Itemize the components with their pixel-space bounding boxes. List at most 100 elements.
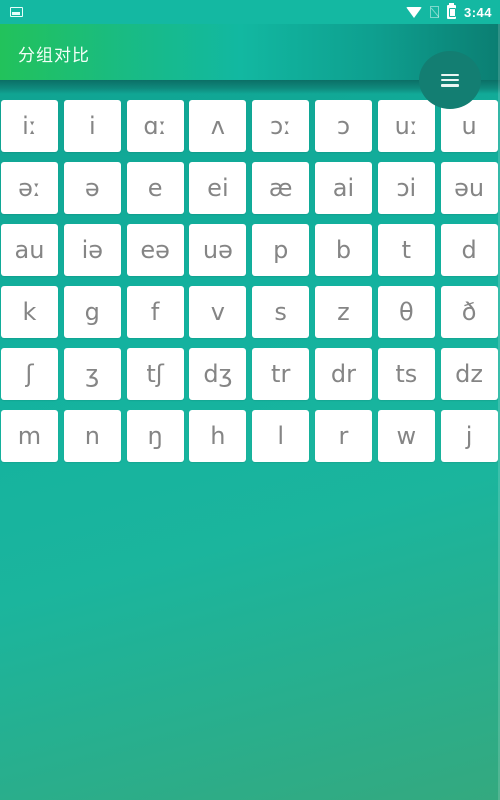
menu-button[interactable]: [419, 51, 481, 109]
phoneme-tile[interactable]: iə: [63, 224, 121, 276]
phoneme-label: uː: [394, 112, 418, 140]
phoneme-label: b: [335, 236, 352, 264]
phoneme-tile[interactable]: ai: [314, 162, 372, 214]
phoneme-label: tr: [271, 360, 291, 388]
phoneme-label: ʒ: [85, 360, 100, 388]
phoneme-tile[interactable]: əː: [1, 162, 58, 214]
phoneme-label: i: [88, 112, 96, 140]
phoneme-label: g: [84, 298, 100, 326]
phoneme-tile[interactable]: b: [314, 224, 372, 276]
phoneme-label: iə: [81, 236, 104, 264]
phoneme-label: s: [274, 298, 287, 326]
phoneme-tile[interactable]: t: [377, 224, 435, 276]
phoneme-tile[interactable]: θ: [377, 286, 435, 338]
wifi-icon: [405, 6, 422, 18]
phoneme-tile[interactable]: g: [63, 286, 121, 338]
phoneme-label: uə: [202, 236, 233, 264]
phoneme-tile[interactable]: s: [252, 286, 310, 338]
phoneme-tile[interactable]: w: [377, 410, 435, 462]
phoneme-tile[interactable]: j: [440, 410, 498, 462]
phoneme-tile[interactable]: m: [1, 410, 58, 462]
phoneme-tile[interactable]: ʌ: [189, 100, 247, 152]
phoneme-tile[interactable]: dʒ: [189, 348, 247, 400]
phoneme-tile[interactable]: h: [189, 410, 247, 462]
phoneme-tile[interactable]: f: [126, 286, 184, 338]
phoneme-label: eə: [140, 236, 170, 264]
status-time: 3:44: [463, 4, 492, 20]
phoneme-label: ɑː: [143, 112, 167, 140]
phoneme-tile[interactable]: əu: [440, 162, 498, 214]
phoneme-tile[interactable]: tʃ: [126, 348, 184, 400]
phoneme-tile[interactable]: v: [189, 286, 247, 338]
phoneme-tile[interactable]: ə: [63, 162, 121, 214]
phoneme-tile[interactable]: ʒ: [63, 348, 121, 400]
phoneme-label: ʃ: [25, 360, 34, 388]
phoneme-tile[interactable]: uə: [189, 224, 247, 276]
status-bar: 3:44: [0, 0, 500, 24]
phoneme-label: ɔ: [336, 112, 351, 140]
phoneme-label: d: [461, 236, 477, 264]
phoneme-label: r: [338, 422, 349, 450]
phoneme-label: k: [22, 298, 37, 326]
phoneme-label: au: [14, 236, 45, 264]
phoneme-tile[interactable]: ɔː: [252, 100, 310, 152]
phoneme-label: ei: [207, 174, 229, 202]
phoneme-tile[interactable]: tr: [252, 348, 310, 400]
phoneme-tile[interactable]: uː: [377, 100, 435, 152]
phoneme-tile[interactable]: d: [440, 224, 498, 276]
phoneme-label: dʒ: [203, 360, 233, 388]
phoneme-label: ə: [84, 174, 100, 202]
phoneme-label: ts: [395, 360, 418, 388]
no-sim-icon: [429, 6, 439, 18]
phoneme-tile[interactable]: iː: [1, 100, 58, 152]
phoneme-label: l: [277, 422, 285, 450]
phoneme-tile[interactable]: e: [126, 162, 184, 214]
phoneme-label: f: [150, 298, 160, 326]
phoneme-label: əː: [18, 174, 41, 202]
phoneme-label: p: [273, 236, 289, 264]
menu-icon: [441, 73, 459, 87]
phoneme-tile[interactable]: z: [314, 286, 372, 338]
phoneme-tile[interactable]: ɔ: [314, 100, 372, 152]
phoneme-label: dr: [330, 360, 357, 388]
battery-charging-icon: [446, 3, 456, 19]
phoneme-label: æ: [268, 174, 293, 202]
phoneme-label: θ: [398, 298, 414, 326]
phoneme-label: iː: [22, 112, 37, 140]
phoneme-label: t: [401, 236, 411, 264]
phoneme-tile[interactable]: eə: [126, 224, 184, 276]
phoneme-tile[interactable]: ŋ: [126, 410, 184, 462]
phoneme-tile[interactable]: dz: [440, 348, 498, 400]
phoneme-tile[interactable]: i: [63, 100, 121, 152]
phoneme-label: ð: [461, 298, 477, 326]
phoneme-label: h: [210, 422, 226, 450]
phoneme-tile[interactable]: ei: [189, 162, 247, 214]
phoneme-tile[interactable]: ts: [377, 348, 435, 400]
phoneme-tile[interactable]: r: [314, 410, 372, 462]
phoneme-tile[interactable]: n: [63, 410, 121, 462]
phoneme-tile[interactable]: p: [252, 224, 310, 276]
phoneme-tile[interactable]: ð: [440, 286, 498, 338]
phoneme-label: z: [337, 298, 350, 326]
phoneme-label: n: [84, 422, 100, 450]
page-title: 分组对比: [18, 46, 90, 66]
phoneme-label: ŋ: [147, 422, 163, 450]
phoneme-tile[interactable]: k: [1, 286, 58, 338]
phoneme-tile[interactable]: ɔi: [377, 162, 435, 214]
phoneme-tile[interactable]: l: [252, 410, 310, 462]
phoneme-label: e: [147, 174, 163, 202]
phoneme-label: ʌ: [210, 112, 225, 140]
phoneme-label: dz: [455, 360, 483, 388]
phoneme-label: əu: [454, 174, 485, 202]
phoneme-tile[interactable]: dr: [314, 348, 372, 400]
phoneme-tile[interactable]: ɑː: [126, 100, 184, 152]
phoneme-grid: iː i ɑː ʌ ɔː ɔ uː u əː ə e ei æ ai ɔi əu au iə eə uə p b t d k g f…: [1, 100, 499, 462]
phoneme-label: w: [396, 422, 417, 450]
phoneme-tile[interactable]: ʃ: [1, 348, 58, 400]
phoneme-label: ɔː: [270, 112, 292, 140]
phoneme-tile[interactable]: æ: [252, 162, 310, 214]
phoneme-label: tʃ: [146, 360, 164, 388]
phoneme-label: ai: [332, 174, 355, 202]
phoneme-label: v: [210, 298, 225, 326]
phoneme-tile[interactable]: au: [1, 224, 58, 276]
